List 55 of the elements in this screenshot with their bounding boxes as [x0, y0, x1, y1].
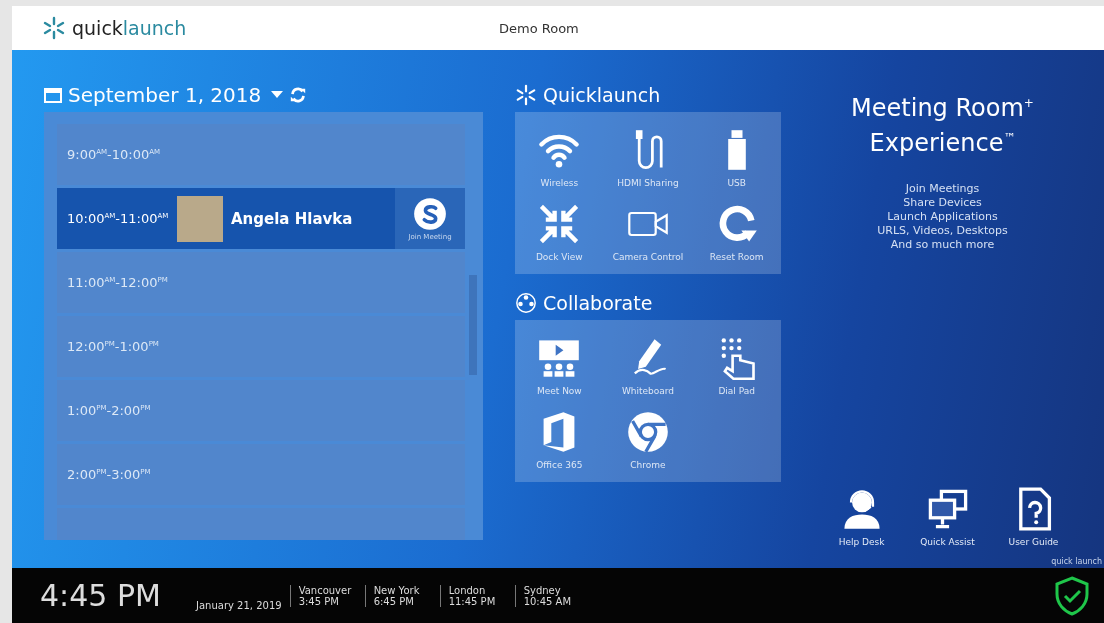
- launch-tile[interactable]: Chrome: [603, 404, 693, 476]
- logo-text: quicklaunch: [72, 17, 187, 39]
- city-name: Vancouver: [298, 584, 353, 596]
- launch-tile[interactable]: Whiteboard: [603, 330, 693, 402]
- corner-logo: quick launch: [1051, 557, 1103, 568]
- launch-tile[interactable]: HDMI Sharing: [603, 122, 693, 194]
- photo-placeholder: [177, 195, 223, 242]
- time-slot[interactable]: 11:00$^{AM}$-12:00$^{PM}$: [57, 252, 465, 313]
- launch-tile[interactable]: Dial Pad: [692, 330, 781, 402]
- time-slot[interactable]: 9:00$^{AM}$-10:00$^{AM}$: [57, 124, 465, 185]
- room-name: Demo Room: [499, 20, 579, 36]
- slot-time: 9:00$^{AM}$-10:00$^{AM}$: [66, 147, 161, 162]
- launch-tile[interactable]: Reset Room: [692, 196, 781, 268]
- chrome-icon: [626, 410, 670, 454]
- time-slot[interactable]: 1:00$^{PM}$-2:00$^{PM}$: [57, 380, 465, 441]
- city-name: New York: [373, 584, 421, 596]
- support-button[interactable]: Help Desk: [833, 487, 890, 547]
- feature-list: Join Meetings Share Devices Launch Applications URLS, Videos, Desktops And so much more: [877, 182, 1008, 252]
- section-title: Quicklaunch: [543, 84, 661, 106]
- section-title: Collaborate: [543, 292, 653, 314]
- logo-icon: [42, 16, 66, 40]
- launch-tile[interactable]: Camera Control: [603, 196, 693, 268]
- people-icon: [515, 292, 537, 314]
- support-button[interactable]: Quick Assist: [919, 487, 976, 547]
- city-time: 3:45 PM: [298, 595, 340, 607]
- launch-tile[interactable]: Dock View: [515, 196, 604, 268]
- sparkle-icon: [515, 84, 537, 106]
- date-label[interactable]: September 1, 2018: [68, 83, 262, 107]
- city-time: 10:45 AM: [523, 595, 573, 607]
- slot-time: 12:00$^{PM}$-1:00$^{PM}$: [66, 339, 160, 354]
- caret-icon[interactable]: [271, 91, 284, 99]
- slot-time: 1:00$^{PM}$-2:00$^{PM}$: [66, 403, 152, 418]
- skype-icon: [413, 196, 447, 231]
- city-time: 6:45 PM: [373, 595, 415, 607]
- city-time: 11:45 PM: [448, 595, 497, 607]
- promo-title: Meeting Room$^{+}$ Experience$^{™}$: [851, 93, 1034, 158]
- calendar-icon: [44, 87, 62, 103]
- support-button[interactable]: User Guide: [1005, 487, 1062, 547]
- city-name: Sydney: [523, 584, 562, 596]
- clock-time: 4:45 PM: [40, 578, 162, 613]
- launch-tile[interactable]: Office 365: [515, 404, 604, 476]
- slot-time: 10:00$^{AM}$-11:00$^{AM}$: [66, 211, 170, 226]
- slot-time: 11:00$^{AM}$-12:00$^{PM}$: [66, 275, 169, 290]
- organizer-name: Angela Hlavka: [231, 209, 354, 228]
- time-slot[interactable]: 12:00$^{PM}$-1:00$^{PM}$: [57, 316, 465, 377]
- launch-tile[interactable]: USB: [692, 122, 781, 194]
- slot-time: 2:00$^{PM}$-3:00$^{PM}$: [66, 467, 152, 482]
- refresh-icon[interactable]: [289, 86, 308, 104]
- shield-check-icon: [1054, 575, 1090, 616]
- scrollbar[interactable]: [469, 275, 477, 375]
- launch-tile[interactable]: Wireless: [515, 122, 604, 194]
- clock-date: January 21, 2019: [196, 600, 282, 611]
- city-name: London: [448, 584, 487, 596]
- launch-tile[interactable]: Meet Now: [515, 330, 604, 402]
- time-slot[interactable]: 2:00$^{PM}$-3:00$^{PM}$: [57, 444, 465, 505]
